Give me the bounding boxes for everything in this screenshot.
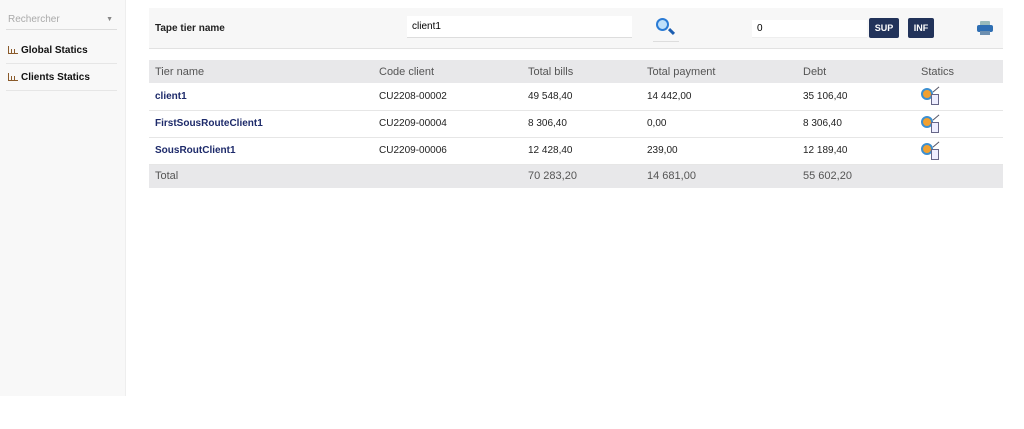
total-payment: 239,00 bbox=[641, 137, 797, 165]
total-bills-sum: 70 283,20 bbox=[522, 164, 641, 188]
tier-name-input[interactable] bbox=[407, 16, 632, 38]
bar-chart-icon bbox=[8, 46, 18, 54]
tier-name-link[interactable]: FirstSousRouteClient1 bbox=[149, 110, 373, 138]
sup-button[interactable]: SUP bbox=[869, 18, 899, 38]
sidebar-item-clients-statics[interactable]: Clients Statics bbox=[6, 64, 117, 91]
col-code-client: Code client bbox=[373, 60, 522, 83]
col-total-payment: Total payment bbox=[641, 60, 797, 83]
select-placeholder: Rechercher bbox=[8, 14, 60, 25]
amount-input[interactable] bbox=[752, 20, 867, 38]
total-bills: 12 428,40 bbox=[522, 137, 641, 165]
total-payment-sum: 14 681,00 bbox=[641, 164, 797, 188]
sidebar: Rechercher ▼ Global Statics Clients Stati… bbox=[0, 0, 126, 396]
search-select[interactable]: Rechercher ▼ bbox=[6, 10, 117, 30]
statics-icon[interactable] bbox=[921, 114, 943, 133]
bar-chart-icon bbox=[8, 73, 18, 81]
sidebar-item-global-statics[interactable]: Global Statics bbox=[6, 37, 117, 64]
code-client: CU2208-00002 bbox=[373, 83, 522, 111]
tier-name-link[interactable]: client1 bbox=[149, 83, 373, 111]
caret-down-icon: ▼ bbox=[106, 16, 113, 23]
print-icon[interactable] bbox=[977, 21, 993, 35]
code-client: CU2209-00004 bbox=[373, 110, 522, 138]
sidebar-item-label: Global Statics bbox=[21, 45, 88, 56]
total-payment: 14 442,00 bbox=[641, 83, 797, 111]
inf-button[interactable]: INF bbox=[908, 18, 934, 38]
statics-table: Tier name Code client Total bills Total … bbox=[149, 60, 1003, 188]
table-row: SousRoutClient1 CU2209-00006 12 428,40 2… bbox=[149, 137, 1003, 165]
total-payment: 0,00 bbox=[641, 110, 797, 138]
table-row: client1 CU2208-00002 49 548,40 14 442,00… bbox=[149, 83, 1003, 111]
col-tier-name: Tier name bbox=[149, 60, 373, 83]
statics-icon[interactable] bbox=[921, 141, 943, 160]
total-row: Total 70 283,20 14 681,00 55 602,20 bbox=[149, 164, 1003, 188]
statics-icon[interactable] bbox=[921, 86, 943, 106]
search-button[interactable] bbox=[653, 16, 679, 42]
table-row: FirstSousRouteClient1 CU2209-00004 8 306… bbox=[149, 110, 1003, 138]
debt: 8 306,40 bbox=[797, 110, 915, 138]
col-total-bills: Total bills bbox=[522, 60, 641, 83]
debt: 35 106,40 bbox=[797, 83, 915, 111]
col-statics: Statics bbox=[915, 60, 1003, 83]
total-bills: 8 306,40 bbox=[522, 110, 641, 138]
search-icon-handle bbox=[667, 27, 676, 36]
col-debt: Debt bbox=[797, 60, 915, 83]
debt: 12 189,40 bbox=[797, 137, 915, 165]
code-client: CU2209-00006 bbox=[373, 137, 522, 165]
tier-name-link[interactable]: SousRoutClient1 bbox=[149, 137, 373, 165]
tier-name-label: Tape tier name bbox=[155, 23, 225, 34]
sidebar-item-label: Clients Statics bbox=[21, 72, 90, 83]
total-bills: 49 548,40 bbox=[522, 83, 641, 111]
total-label: Total bbox=[149, 164, 373, 188]
total-debt-sum: 55 602,20 bbox=[797, 164, 915, 188]
toolbar: Tape tier name SUP INF bbox=[149, 8, 1003, 49]
